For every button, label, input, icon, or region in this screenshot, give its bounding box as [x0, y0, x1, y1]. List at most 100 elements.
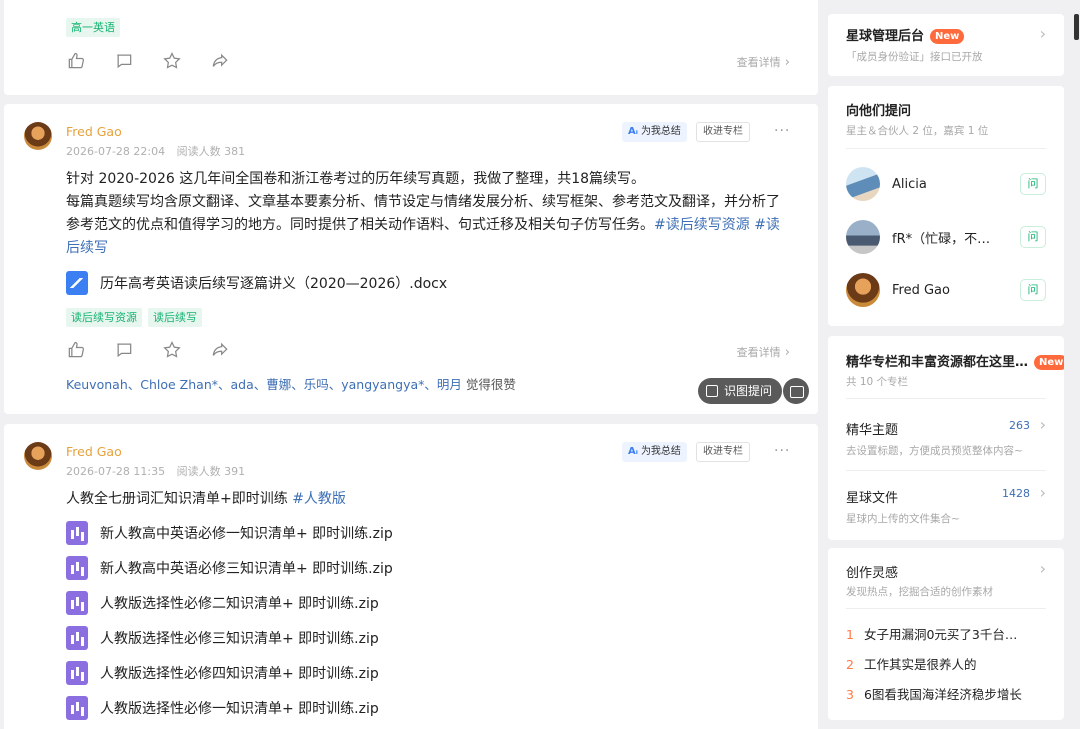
- image-ask-button[interactable]: 识图提问: [698, 378, 783, 404]
- avatar[interactable]: [24, 442, 52, 470]
- post-content: 人教全七册词汇知识清单+即时训练 #人教版: [66, 488, 786, 511]
- file-attachment[interactable]: 新人教高中英语必修一知识清单+ 即时训练.zip: [66, 520, 393, 546]
- file-name: 新人教高中英语必修一知识清单+ 即时训练.zip: [100, 526, 393, 542]
- more-options-icon[interactable]: ···: [774, 123, 790, 139]
- tag[interactable]: 读后续写资源: [66, 308, 142, 327]
- file-attachment[interactable]: 人教版选择性必修一知识清单+ 即时训练.zip: [66, 695, 379, 721]
- post-actions: [66, 339, 258, 361]
- admin-title: 星球管理后台 New: [846, 25, 965, 44]
- avatar: [846, 220, 880, 254]
- likes-list: Keuvonah、Chloe Zhan*、ada、曹娜、乐吗、yangyangy…: [66, 374, 516, 393]
- files-count: 1428: [1002, 487, 1030, 500]
- avatar[interactable]: [24, 122, 52, 150]
- columns-card: 精华专栏和丰富资源都在这里… New 共 10 个专栏 精华主题 263 › 去设…: [828, 336, 1064, 540]
- chevron-right-icon[interactable]: ›: [1040, 483, 1046, 502]
- ask-button[interactable]: 问: [1020, 226, 1046, 248]
- likes-suffix: 觉得很赞: [465, 377, 516, 392]
- share-icon[interactable]: [210, 50, 258, 72]
- view-detail-link[interactable]: 查看详情: [737, 344, 790, 360]
- author-name[interactable]: Fred Gao: [66, 444, 122, 459]
- zip-file-icon: [66, 521, 88, 545]
- tag[interactable]: 读后续写: [148, 308, 202, 327]
- tag[interactable]: 高一英语: [66, 18, 120, 37]
- post-actions: [66, 50, 258, 72]
- essence-title[interactable]: 精华主题: [846, 419, 898, 438]
- share-icon[interactable]: [210, 339, 258, 361]
- chevron-right-icon[interactable]: ›: [1040, 415, 1046, 434]
- ai-summary-button[interactable]: Aᵢ 为我总结: [622, 442, 687, 462]
- hot-text: 女子用漏洞0元买了3千台…: [863, 627, 1018, 642]
- hashtag-link[interactable]: #人教版: [292, 491, 346, 507]
- ask-title: 向他们提问: [846, 104, 912, 119]
- comment-icon[interactable]: [114, 50, 162, 72]
- collect-label: 收进专栏: [703, 446, 743, 457]
- post-meta: 2026-07-28 11:35 阅读人数 391: [66, 463, 253, 479]
- liker-names[interactable]: Keuvonah、Chloe Zhan*、ada、曹娜、乐吗、yangyangy…: [66, 377, 462, 392]
- avatar: [846, 167, 880, 201]
- zip-file-icon: [66, 661, 88, 685]
- ai-icon: Aᵢ: [628, 126, 638, 137]
- file-attachment[interactable]: 人教版选择性必修三知识清单+ 即时训练.zip: [66, 625, 379, 651]
- inspiration-subtitle: 发现热点，挖掘合适的创作素材: [846, 586, 993, 598]
- columns-subtitle: 共 10 个专栏: [846, 376, 909, 388]
- hot-rank: 1: [846, 627, 854, 642]
- file-attachment[interactable]: 新人教高中英语必修三知识清单+ 即时训练.zip: [66, 555, 393, 581]
- hot-topic-item[interactable]: 2 工作其实是很养人的: [846, 654, 976, 673]
- files-title[interactable]: 星球文件: [846, 487, 898, 506]
- ai-summary-button[interactable]: Aᵢ 为我总结: [622, 122, 687, 142]
- hot-topic-item[interactable]: 3 6图看我国海洋经济稳步增长: [846, 684, 1022, 703]
- essence-subtitle: 去设置标题，方便成员预览整体内容~: [846, 445, 1023, 457]
- add-image-icon[interactable]: [783, 378, 809, 404]
- view-detail-link[interactable]: 查看详情: [737, 54, 790, 70]
- columns-title: 精华专栏和丰富资源都在这里… New: [846, 351, 1064, 370]
- hashtag-link[interactable]: #读后续写资源: [654, 217, 750, 233]
- read-count: 阅读人数 381: [176, 145, 246, 158]
- zip-file-icon: [66, 696, 88, 720]
- columns-title-text[interactable]: 精华专栏和丰富资源都在这里…: [846, 355, 1028, 370]
- inspiration-title[interactable]: 创作灵感: [846, 562, 898, 581]
- ask-button[interactable]: 问: [1020, 173, 1046, 195]
- scrollbar[interactable]: [1074, 14, 1079, 40]
- post-date: 2026-07-28 22:04: [66, 145, 166, 158]
- hot-rank: 2: [846, 657, 854, 672]
- ai-summary-label: 为我总结: [640, 446, 681, 457]
- ask-them-card: 向他们提问 星主＆合伙人 2 位，嘉宾 1 位 Alicia 问 fR*（忙碌，…: [828, 86, 1064, 326]
- person-row[interactable]: Fred Gao 问: [846, 272, 1046, 308]
- hot-topic-item[interactable]: 1 女子用漏洞0元买了3千台…: [846, 624, 1017, 643]
- chevron-right-icon[interactable]: ›: [1040, 559, 1046, 578]
- comment-icon[interactable]: [114, 339, 162, 361]
- star-icon[interactable]: [162, 339, 210, 361]
- person-row[interactable]: Alicia 问: [846, 166, 1046, 202]
- feed: 高一英语 查看详情 Fred Gao 2026-07-28 22:04 阅读人数…: [0, 0, 818, 729]
- hot-rank: 3: [846, 687, 854, 702]
- divider: [846, 148, 1046, 149]
- admin-panel-card[interactable]: 星球管理后台 New 「成员身份验证」接口已开放 ›: [828, 14, 1064, 76]
- star-icon[interactable]: [162, 50, 210, 72]
- more-options-icon[interactable]: ···: [774, 443, 790, 459]
- divider: [846, 608, 1046, 609]
- person-name: fR*（忙碌，不…: [892, 231, 991, 247]
- file-attachment[interactable]: 人教版选择性必修二知识清单+ 即时训练.zip: [66, 590, 379, 616]
- admin-title-text: 星球管理后台: [846, 29, 925, 44]
- like-icon[interactable]: [66, 50, 114, 72]
- person-row[interactable]: fR*（忙碌，不… 问: [846, 219, 1046, 255]
- divider: [846, 398, 1046, 399]
- hot-text: 工作其实是很养人的: [863, 657, 977, 672]
- collect-column-button[interactable]: 收进专栏: [696, 442, 750, 462]
- inspiration-card: 创作灵感 › 发现热点，挖掘合适的创作素材 1 女子用漏洞0元买了3千台… 2 工作…: [828, 548, 1064, 720]
- new-badge: New: [1034, 355, 1064, 370]
- person-name: Alicia: [892, 176, 927, 192]
- file-attachment[interactable]: 历年高考英语读后续写逐篇讲义（2020—2026）.docx: [66, 270, 447, 296]
- new-badge: New: [930, 29, 965, 44]
- ask-button[interactable]: 问: [1020, 279, 1046, 301]
- post-card: Fred Gao 2026-07-28 22:04 阅读人数 381 Aᵢ 为我总…: [4, 104, 818, 414]
- zip-file-icon: [66, 626, 88, 650]
- like-icon[interactable]: [66, 339, 114, 361]
- file-name: 新人教高中英语必修三知识清单+ 即时训练.zip: [100, 561, 393, 577]
- files-subtitle: 星球内上传的文件集合~: [846, 513, 960, 525]
- file-attachment[interactable]: 人教版选择性必修四知识清单+ 即时训练.zip: [66, 660, 379, 686]
- author-name[interactable]: Fred Gao: [66, 124, 122, 139]
- admin-subtitle: 「成员身份验证」接口已开放: [846, 51, 983, 63]
- collect-column-button[interactable]: 收进专栏: [696, 122, 750, 142]
- zip-file-icon: [66, 591, 88, 615]
